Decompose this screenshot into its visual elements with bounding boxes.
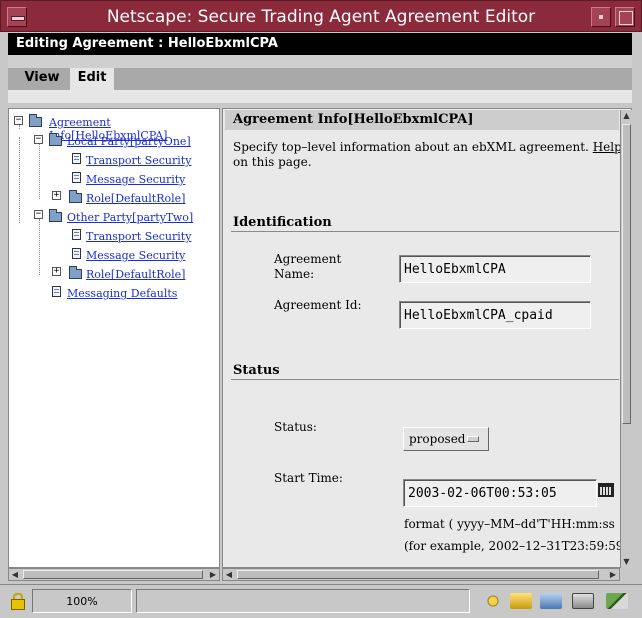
agreement-info-panel: Agreement Info[HelloEbxmlCPA] Specify to… [222,108,632,568]
document-icon [52,286,61,297]
tree-item-local-message-security-link[interactable]: Message Security [86,173,185,186]
start-time-input[interactable]: 2003-02-06T00:53:05 [403,479,597,507]
scroll-left-icon[interactable]: ◀ [223,569,235,580]
scroll-right-icon[interactable]: ▶ [207,569,219,580]
status-message-field [136,589,470,613]
scroll-up-icon[interactable]: ▲ [621,110,632,122]
agreement-name-input[interactable]: HelloEbxmlCPA [399,255,591,283]
tree-item-messaging-defaults[interactable]: Messaging Defaults [67,287,177,303]
scroll-thumb[interactable] [622,124,631,424]
tree-item-local-transport-security-link[interactable]: Transport Security [86,154,191,167]
folder-icon [69,190,82,203]
window-title: Netscape: Secure Trading Agent Agreement… [106,7,536,27]
scroll-thumb[interactable] [23,570,203,579]
date-format-hint: format ( yyyy–MM–dd'T'HH:mm:ss [404,517,615,531]
tree-item-messaging-defaults-link[interactable]: Messaging Defaults [67,287,177,300]
date-example-hint: (for example, 2002–12–31T23:59:59) [404,539,629,553]
tab-edit[interactable]: Edit [70,68,114,90]
scroll-down-icon[interactable]: ▼ [621,556,632,568]
tab-content-divider [8,90,632,103]
tree-item-other-role[interactable]: Role[DefaultRole] [86,268,185,284]
folder-icon [69,266,82,279]
status-label: Status: [274,420,317,434]
status-select[interactable]: proposed [403,427,489,451]
help-link[interactable]: Help [593,140,622,154]
calendar-icon[interactable] [598,483,614,497]
agreement-name-label: Agreement [274,252,342,266]
tree-item-other-transport-security-link[interactable]: Transport Security [86,230,191,243]
tree-item-other-role-link[interactable]: Role[DefaultRole] [86,268,185,281]
mail-icon[interactable] [510,593,532,609]
folder-open-icon [49,209,62,222]
collapse-root-icon[interactable]: − [14,116,23,125]
security-lock-icon[interactable] [10,593,25,610]
tree-item-other-message-security[interactable]: Message Security [86,249,185,265]
tree-item-local-party[interactable]: Local Party[partyOne] [67,135,191,151]
tab-view[interactable]: View [20,68,64,90]
progress-indicator: 100% [32,589,132,613]
tree-item-other-message-security-link[interactable]: Message Security [86,249,185,262]
minimize-button[interactable] [591,7,611,27]
document-icon [72,172,81,183]
composer-icon[interactable] [572,593,594,609]
tree-item-local-party-link[interactable]: Local Party[partyOne] [67,135,191,148]
tree-item-local-transport-security[interactable]: Transport Security [86,154,191,170]
tree-item-local-role[interactable]: Role[DefaultRole] [86,192,185,208]
document-icon [72,248,81,259]
content-vertical-scrollbar[interactable]: ▲ ▼ [620,110,632,568]
identification-section-title: Identification [233,215,332,230]
tree-item-local-role-link[interactable]: Role[DefaultRole] [86,192,185,205]
agreement-id-label: Agreement Id: [274,298,362,312]
expand-other-role-icon[interactable]: + [52,267,61,276]
document-icon [72,153,81,164]
tree-item-agreement-info[interactable]: Agreement Info[HelloEbxmlCPA] [49,116,219,142]
tree-horizontal-scrollbar[interactable]: ◀ ▶ [8,568,220,581]
status-select-value: proposed [409,432,466,446]
editing-agreement-header: Editing Agreement : HelloEbxmlCPA [8,33,632,55]
folder-open-icon [49,133,62,146]
status-section-title: Status [233,363,280,378]
tree-item-other-transport-security[interactable]: Transport Security [86,230,191,246]
content-horizontal-scrollbar[interactable]: ◀ ▶ [222,568,620,581]
start-time-label: Start Time: [274,471,343,485]
maximize-button[interactable] [615,7,635,27]
intro-text-line2: on this page. [233,155,312,169]
document-icon [72,229,81,240]
collapse-other-party-icon[interactable]: − [34,210,43,219]
title-bar: Netscape: Secure Trading Agent Agreement… [0,0,642,32]
agreement-name-label-2: Name: [274,267,315,281]
edit-pencil-icon[interactable] [606,593,628,609]
intro-text: Specify top–level information about an e… [233,140,622,154]
tree-item-local-message-security[interactable]: Message Security [86,173,185,189]
component-bar-navigator-icon[interactable] [482,593,504,609]
scroll-thumb[interactable] [237,570,599,579]
agreement-tree-pane: − Agreement Info[HelloEbxmlCPA] − Local … [8,108,220,568]
tree-item-other-party-link[interactable]: Other Party[partyTwo] [67,211,193,224]
discussion-icon[interactable] [540,593,562,609]
agreement-id-input[interactable]: HelloEbxmlCPA_cpaid [399,301,591,329]
browser-status-bar: 100% [0,584,642,618]
option-menu-indicator-icon [467,436,479,442]
expand-local-role-icon[interactable]: + [52,191,61,200]
folder-open-icon [29,114,42,127]
collapse-local-party-icon[interactable]: − [34,135,43,144]
scroll-right-icon[interactable]: ▶ [607,569,619,580]
panel-heading: Agreement Info[HelloEbxmlCPA] [225,110,619,130]
tree-item-other-party[interactable]: Other Party[partyTwo] [67,211,193,227]
scroll-left-icon[interactable]: ◀ [9,569,21,580]
